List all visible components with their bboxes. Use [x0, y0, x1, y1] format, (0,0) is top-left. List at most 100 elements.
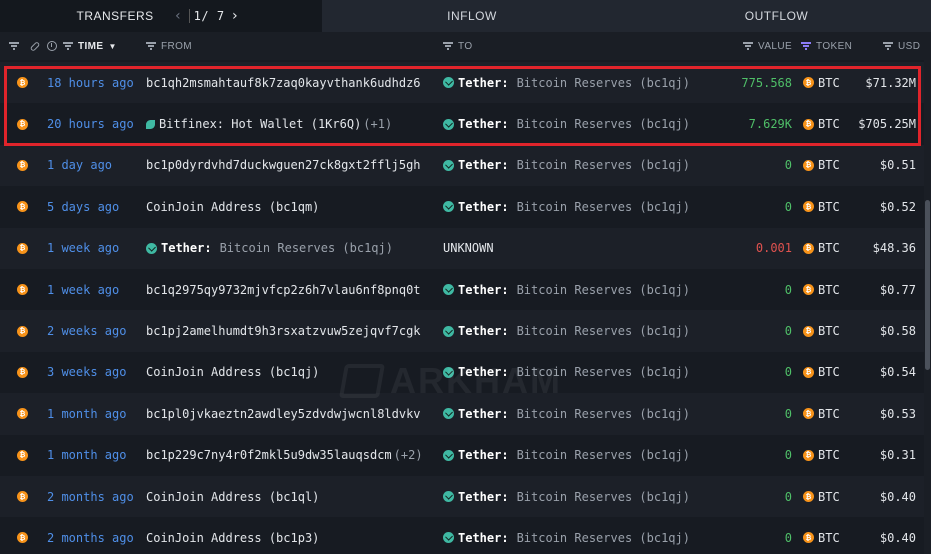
to-cell[interactable]: Tether: Bitcoin Reserves (bc1qj) — [443, 310, 703, 351]
to-entity-name[interactable]: Tether: — [458, 76, 509, 90]
table-row[interactable]: ₿ 2 months ago CoinJoin Address (bc1p3) … — [0, 517, 924, 554]
to-cell[interactable]: Tether: Bitcoin Reserves (bc1qj) — [443, 476, 703, 517]
from-address[interactable]: CoinJoin Address (bc1qm) — [146, 200, 319, 214]
to-entity-sub[interactable]: Bitcoin Reserves (bc1qj) — [517, 407, 690, 421]
time-cell[interactable]: 5 days ago — [47, 186, 119, 227]
from-address[interactable]: CoinJoin Address (bc1qj) — [146, 365, 319, 379]
time-cell[interactable]: 1 day ago — [47, 145, 112, 186]
time-cell[interactable]: 20 hours ago — [47, 103, 134, 144]
from-address[interactable]: bc1qh2msmahtauf8k7zaq0kayvthank6udhdz6 — [146, 76, 421, 90]
table-row[interactable]: ₿ 18 hours ago bc1qh2msmahtauf8k7zaq0kay… — [0, 62, 924, 104]
to-entity-name[interactable]: Tether: — [458, 448, 509, 462]
from-cell[interactable]: CoinJoin Address (bc1qm) — [146, 186, 436, 227]
to-cell[interactable]: Tether: Bitcoin Reserves (bc1qj) — [443, 186, 703, 227]
to-entity-name[interactable]: Tether: — [458, 531, 509, 545]
time-cell[interactable]: 2 months ago — [47, 517, 134, 554]
from-address[interactable]: bc1pl0jvkaeztn2awdley5zdvdwjwcnl8ldvkv — [146, 407, 421, 421]
to-entity-sub[interactable]: Bitcoin Reserves (bc1qj) — [517, 490, 690, 504]
to-entity-sub[interactable]: Bitcoin Reserves (bc1qj) — [517, 283, 690, 297]
to-entity-name[interactable]: Tether: — [458, 117, 509, 131]
from-extra-count[interactable]: (+1) — [363, 117, 392, 131]
from-cell[interactable]: bc1p229c7ny4r0f2mkl5u9dw35lauqsdcm (+2) — [146, 435, 436, 476]
from-address[interactable]: bc1p0dyrdvhd7duckwguen27ck8gxt2fflj5gh — [146, 158, 421, 172]
from-address[interactable]: CoinJoin Address (bc1p3) — [146, 531, 319, 545]
from-cell[interactable]: bc1qh2msmahtauf8k7zaq0kayvthank6udhdz6 — [146, 62, 436, 103]
to-entity-sub[interactable]: Bitcoin Reserves (bc1qj) — [517, 76, 690, 90]
table-row[interactable]: ₿ 2 months ago CoinJoin Address (bc1ql) … — [0, 475, 924, 518]
sort-desc-icon[interactable]: ▼ — [109, 42, 117, 51]
to-entity-name[interactable]: Tether: — [458, 407, 509, 421]
to-cell[interactable]: Tether: Bitcoin Reserves (bc1qj) — [443, 62, 703, 103]
header-usd[interactable]: USD — [883, 32, 920, 60]
table-row[interactable]: ₿ 1 month ago bc1p229c7ny4r0f2mkl5u9dw35… — [0, 434, 924, 476]
from-cell[interactable]: Bitfinex: Hot Wallet (1Kr6Q) (+1) — [146, 103, 436, 144]
filter-icon[interactable] — [743, 42, 753, 50]
to-cell[interactable]: Tether: Bitcoin Reserves (bc1qj) — [443, 517, 703, 554]
from-cell[interactable]: Tether: Bitcoin Reserves (bc1qj) — [146, 228, 436, 269]
header-chain-filter[interactable] — [9, 32, 41, 60]
to-cell[interactable]: Tether: Bitcoin Reserves (bc1qj) — [443, 103, 703, 144]
to-entity-sub[interactable]: Bitcoin Reserves (bc1qj) — [517, 324, 690, 338]
header-token[interactable]: TOKEN — [801, 32, 852, 60]
from-address[interactable]: bc1q2975qy9732mjvfcp2z6h7vlau6nf8pnq0t — [146, 283, 421, 297]
header-to[interactable]: TO — [443, 32, 473, 60]
to-entity-sub[interactable]: Bitcoin Reserves (bc1qj) — [517, 448, 690, 462]
table-row[interactable]: ₿ 1 week ago Tether: Bitcoin Reserves (b… — [0, 227, 924, 269]
from-cell[interactable]: CoinJoin Address (bc1ql) — [146, 476, 436, 517]
to-cell[interactable]: UNKNOWN — [443, 228, 703, 269]
scrollbar[interactable] — [924, 60, 931, 554]
to-entity-name[interactable]: Tether: — [458, 490, 509, 504]
filter-icon[interactable] — [146, 42, 156, 50]
from-entity-name[interactable]: Tether: — [161, 241, 212, 255]
header-value[interactable]: VALUE — [743, 32, 792, 60]
to-cell[interactable]: Tether: Bitcoin Reserves (bc1qj) — [443, 145, 703, 186]
to-unknown[interactable]: UNKNOWN — [443, 241, 494, 255]
filter-icon[interactable] — [883, 42, 893, 50]
to-entity-sub[interactable]: Bitcoin Reserves (bc1qj) — [517, 200, 690, 214]
tab-outflow[interactable]: OUTFLOW — [622, 0, 931, 32]
time-cell[interactable]: 2 months ago — [47, 476, 134, 517]
header-time[interactable]: TIME ▼ — [47, 32, 117, 60]
from-cell[interactable]: bc1q2975qy9732mjvfcp2z6h7vlau6nf8pnq0t — [146, 269, 436, 310]
to-cell[interactable]: Tether: Bitcoin Reserves (bc1qj) — [443, 269, 703, 310]
filter-icon[interactable] — [63, 42, 73, 50]
from-address[interactable]: bc1pj2amelhumdt9h3rsxatzvuw5zejqvf7cgk — [146, 324, 421, 338]
prev-page-icon[interactable]: ‹ — [168, 8, 189, 24]
to-entity-name[interactable]: Tether: — [458, 324, 509, 338]
to-cell[interactable]: Tether: Bitcoin Reserves (bc1qj) — [443, 435, 703, 476]
tab-transfers[interactable]: TRANSFERS ‹ 1/ 7 › — [0, 0, 322, 32]
scrollbar-thumb[interactable] — [925, 200, 930, 370]
header-from[interactable]: FROM — [146, 32, 192, 60]
from-cell[interactable]: bc1pj2amelhumdt9h3rsxatzvuw5zejqvf7cgk — [146, 310, 436, 351]
time-cell[interactable]: 1 week ago — [47, 228, 119, 269]
from-entity-name[interactable]: Bitfinex: Hot Wallet (1Kr6Q) — [159, 117, 361, 131]
from-cell[interactable]: CoinJoin Address (bc1p3) — [146, 517, 436, 554]
filter-icon[interactable] — [801, 42, 811, 50]
table-row[interactable]: ₿ 2 weeks ago bc1pj2amelhumdt9h3rsxatzvu… — [0, 310, 924, 352]
filter-icon[interactable] — [443, 42, 453, 50]
to-entity-name[interactable]: Tether: — [458, 283, 509, 297]
time-cell[interactable]: 3 weeks ago — [47, 352, 126, 393]
to-entity-sub[interactable]: Bitcoin Reserves (bc1qj) — [517, 117, 690, 131]
to-entity-sub[interactable]: Bitcoin Reserves (bc1qj) — [517, 158, 690, 172]
tab-inflow[interactable]: INFLOW — [322, 0, 622, 32]
from-cell[interactable]: bc1p0dyrdvhd7duckwguen27ck8gxt2fflj5gh — [146, 145, 436, 186]
time-cell[interactable]: 2 weeks ago — [47, 310, 126, 351]
from-extra-count[interactable]: (+2) — [394, 448, 423, 462]
table-row[interactable]: ₿ 1 day ago bc1p0dyrdvhd7duckwguen27ck8g… — [0, 144, 924, 187]
time-cell[interactable]: 1 week ago — [47, 269, 119, 310]
table-row[interactable]: ₿ 20 hours ago Bitfinex: Hot Wallet (1Kr… — [0, 103, 924, 145]
from-entity-sub[interactable]: Bitcoin Reserves (bc1qj) — [220, 241, 393, 255]
table-row[interactable]: ₿ 5 days ago CoinJoin Address (bc1qm) Te… — [0, 186, 924, 228]
to-entity-sub[interactable]: Bitcoin Reserves (bc1qj) — [517, 531, 690, 545]
table-row[interactable]: ₿ 1 week ago bc1q2975qy9732mjvfcp2z6h7vl… — [0, 268, 924, 311]
link-icon[interactable] — [29, 40, 41, 52]
to-entity-name[interactable]: Tether: — [458, 200, 509, 214]
time-cell[interactable]: 1 month ago — [47, 435, 126, 476]
from-address[interactable]: CoinJoin Address (bc1ql) — [146, 490, 319, 504]
next-page-icon[interactable]: › — [225, 8, 246, 24]
time-cell[interactable]: 18 hours ago — [47, 62, 134, 103]
time-cell[interactable]: 1 month ago — [47, 393, 126, 434]
filter-icon[interactable] — [9, 42, 19, 50]
from-address[interactable]: bc1p229c7ny4r0f2mkl5u9dw35lauqsdcm — [146, 448, 392, 462]
